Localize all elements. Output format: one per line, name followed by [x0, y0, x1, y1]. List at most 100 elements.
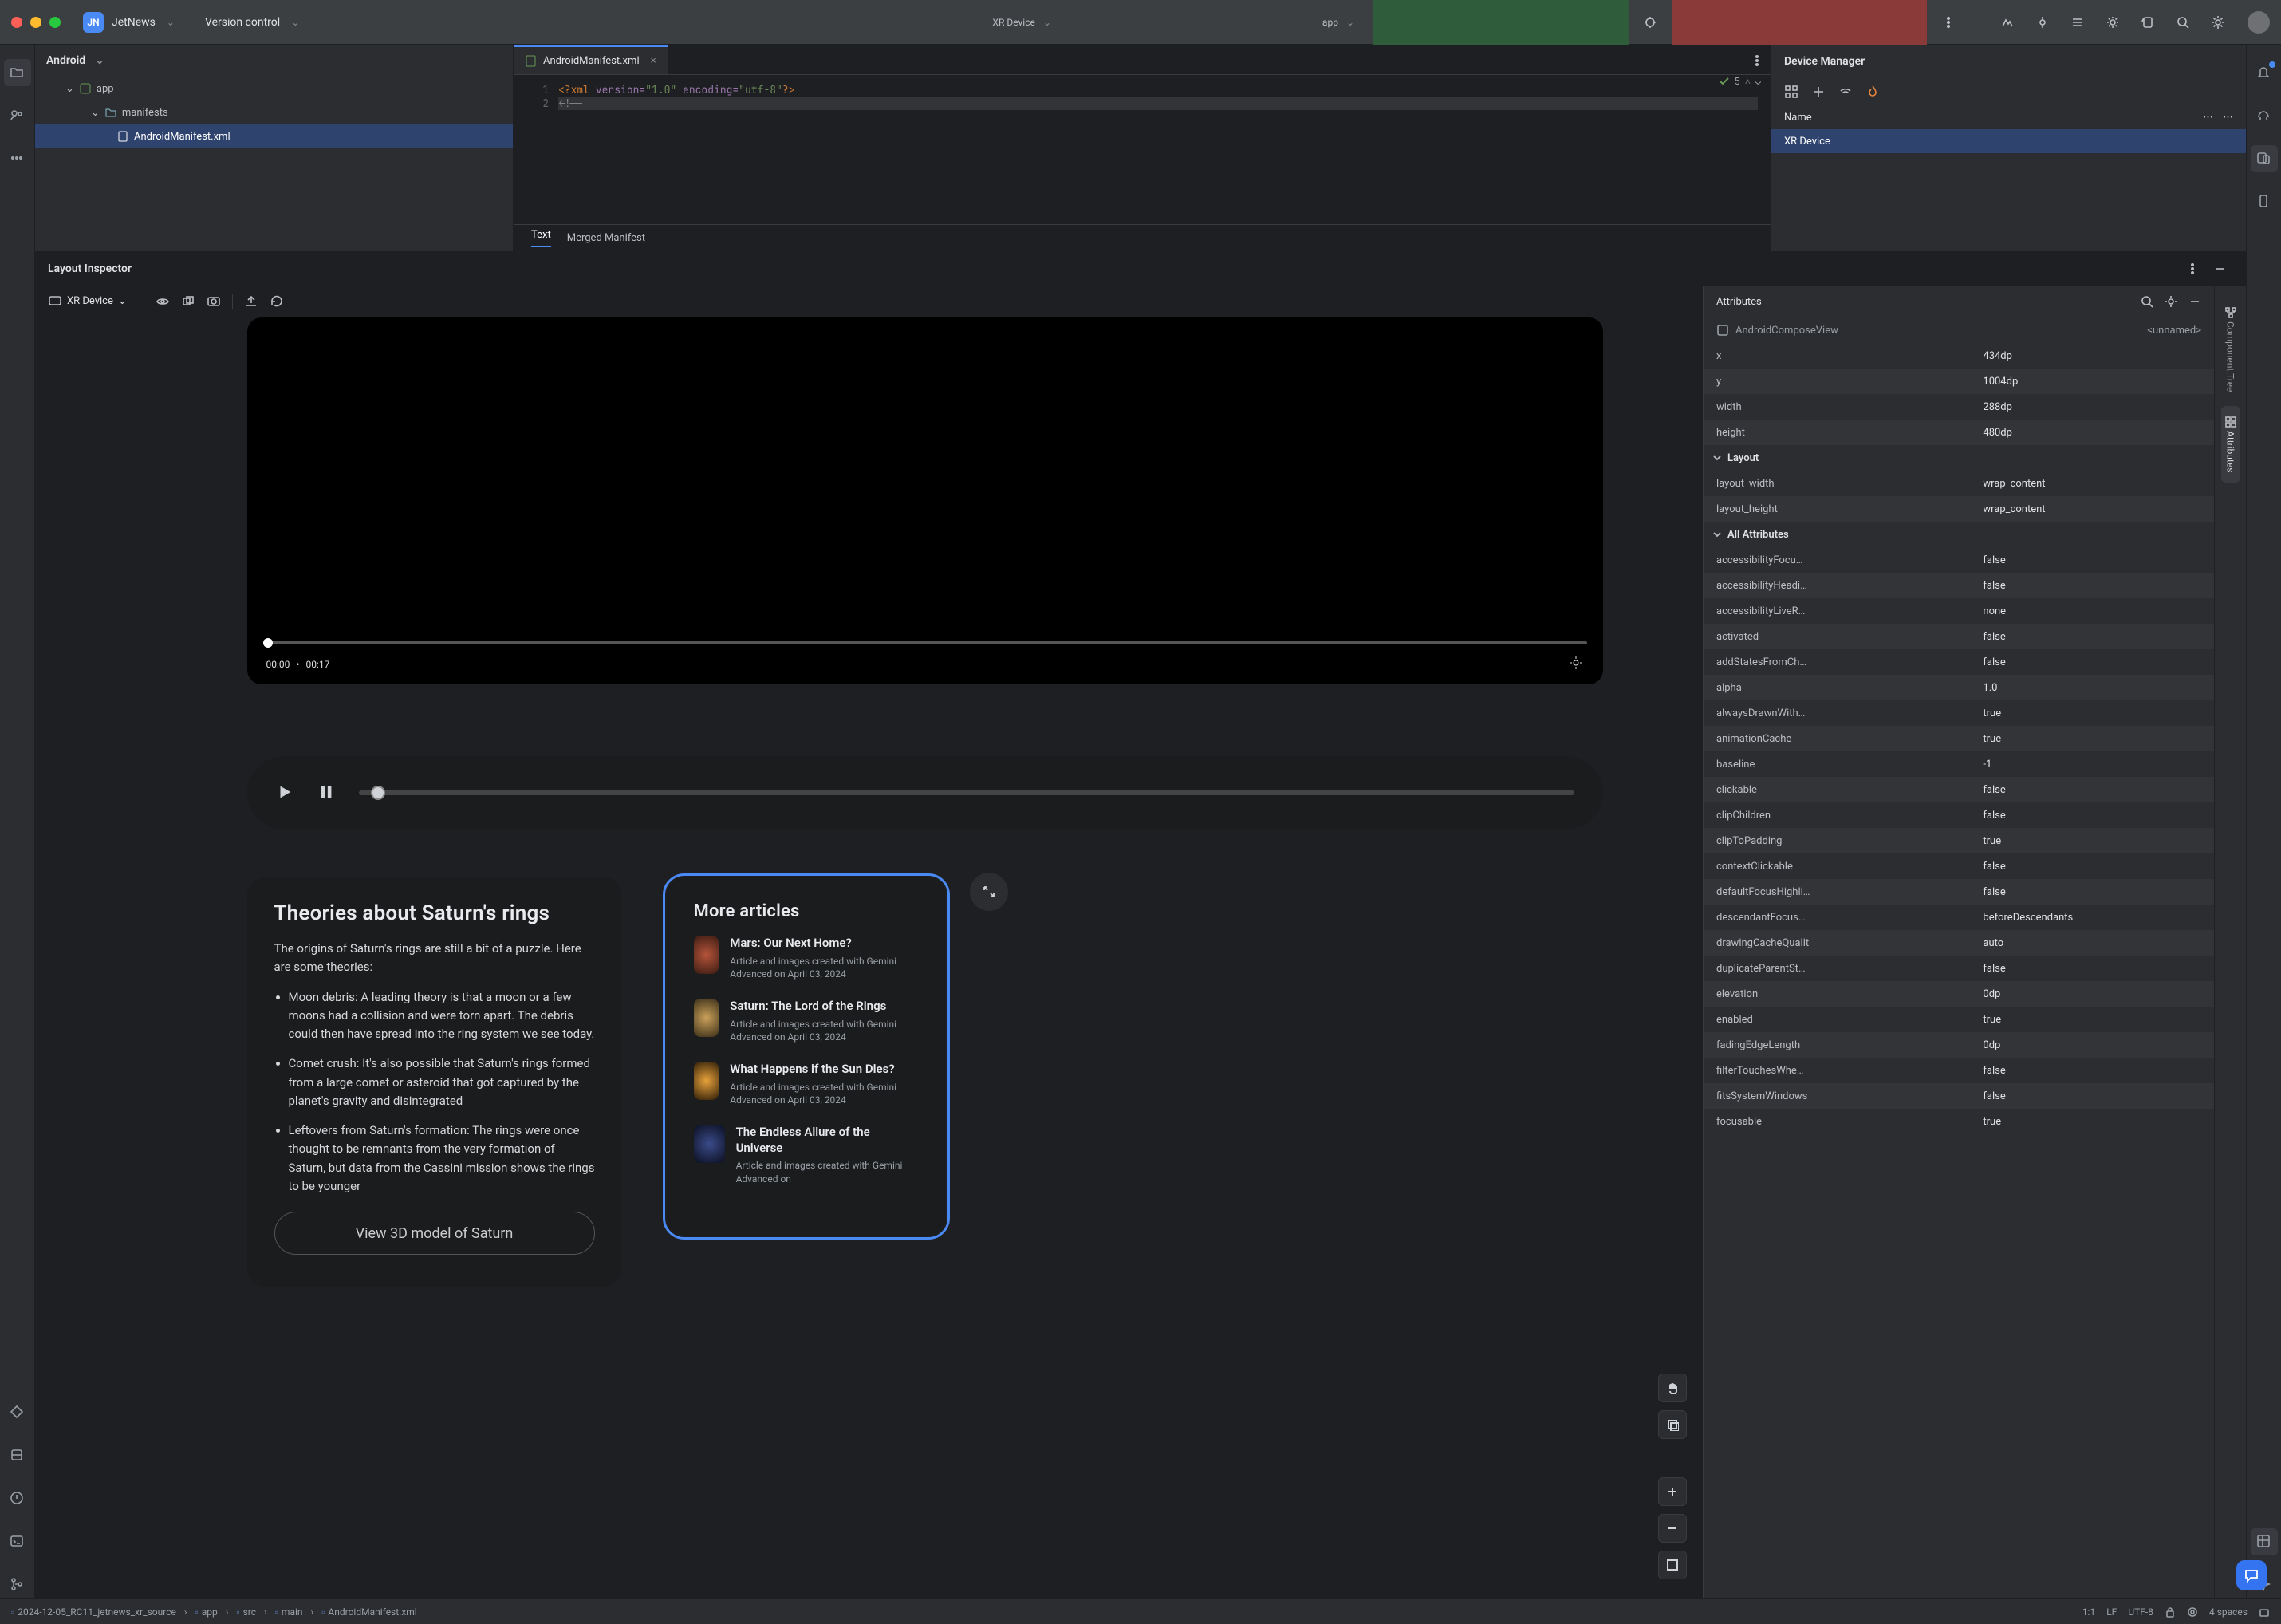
chevron-down-icon[interactable]: ⌄: [167, 17, 175, 28]
breadcrumb-item[interactable]: main: [282, 1606, 303, 1618]
bookmarks-tool-button[interactable]: [4, 1399, 31, 1426]
more-actions-button[interactable]: [1935, 9, 1962, 36]
settings-button[interactable]: [2204, 9, 2232, 36]
notifications-button[interactable]: [2251, 59, 2278, 86]
more-article-item[interactable]: What Happens if the Sun Dies?Article and…: [694, 1062, 919, 1107]
pan-button[interactable]: [1658, 1374, 1687, 1402]
attr-row[interactable]: focusabletrue: [1704, 1109, 2214, 1134]
close-tab-button[interactable]: ×: [651, 55, 656, 67]
side-tab-attributes[interactable]: Attributes: [2221, 406, 2240, 482]
attr-row[interactable]: x434dp: [1704, 343, 2214, 369]
attr-row[interactable]: clipChildrenfalse: [1704, 802, 2214, 828]
editor-subtab-text[interactable]: Text: [531, 229, 551, 247]
li-minimize-button[interactable]: [2206, 255, 2233, 282]
attr-row[interactable]: alwaysDrawnWith…true: [1704, 700, 2214, 726]
attr-row[interactable]: alpha1.0: [1704, 675, 2214, 700]
more-tools-button[interactable]: [4, 145, 31, 172]
tree-node-manifests[interactable]: ⌄ manifests: [35, 101, 513, 124]
device-row[interactable]: XR Device: [1771, 129, 2246, 153]
pause-button[interactable]: [317, 783, 335, 803]
grid-icon[interactable]: [1784, 85, 1798, 99]
refresh-icon[interactable]: [270, 294, 284, 309]
attr-row[interactable]: clickablefalse: [1704, 777, 2214, 802]
zoom-in-button[interactable]: [1658, 1477, 1687, 1506]
attr-row[interactable]: defaultFocusHighli…false: [1704, 879, 2214, 905]
chevron-down-icon[interactable]: ⌄: [291, 17, 299, 28]
memory-icon[interactable]: [2259, 1606, 2270, 1618]
window-close-button[interactable]: [11, 17, 22, 28]
editor-more-button[interactable]: [1743, 47, 1771, 74]
side-tab-component-tree[interactable]: Component Tree: [2221, 297, 2240, 401]
editor-body[interactable]: 5 ˄ ⌄ 1 2 <?xml version="1.0" encoding="…: [514, 75, 1771, 224]
vcs-menu[interactable]: Version control: [205, 16, 280, 29]
commit-button[interactable]: [2029, 9, 2056, 36]
project-name[interactable]: JetNews: [112, 16, 156, 29]
li-more-button[interactable]: [2179, 255, 2206, 282]
window-maximize-button[interactable]: [49, 17, 61, 28]
video-seek-bar[interactable]: [263, 641, 1587, 644]
attr-row[interactable]: height480dp: [1704, 420, 2214, 445]
attr-row[interactable]: addStatesFromCh…false: [1704, 649, 2214, 675]
caret-position[interactable]: 1:1: [2082, 1606, 2095, 1618]
attr-row[interactable]: descendantFocus…beforeDescendants: [1704, 905, 2214, 930]
attr-row[interactable]: layout_widthwrap_content: [1704, 471, 2214, 496]
readonly-icon[interactable]: [2165, 1606, 2176, 1618]
terminal-tool-button[interactable]: [4, 1528, 31, 1555]
debug-button[interactable]: [1637, 9, 1664, 36]
editor-problems-widget[interactable]: 5 ˄ ⌄: [1719, 75, 1761, 88]
eye-icon[interactable]: [156, 294, 170, 309]
more-article-item[interactable]: The Endless Allure of the UniverseArticl…: [694, 1125, 919, 1186]
zoom-fit-button[interactable]: [1658, 1551, 1687, 1579]
minimize-icon[interactable]: [2188, 295, 2201, 308]
tree-node-app[interactable]: ⌄ app: [35, 77, 513, 101]
attr-row[interactable]: fadingEdgeLength0dp: [1704, 1032, 2214, 1058]
preview-area[interactable]: 00:00 • 00:17: [35, 317, 1703, 1598]
attr-row[interactable]: elevation0dp: [1704, 981, 2214, 1007]
gradle-button[interactable]: [2251, 102, 2278, 129]
app-quality-button[interactable]: [2099, 9, 2126, 36]
chevron-up-icon[interactable]: ˄: [1745, 75, 1751, 88]
project-tree[interactable]: ⌄ app ⌄ manifests AndroidManifest.xml: [35, 77, 513, 251]
attr-row[interactable]: width288dp: [1704, 394, 2214, 420]
attr-row[interactable]: accessibilityHeadi…false: [1704, 573, 2214, 598]
breadcrumbs[interactable]: ▫2024-12-05_RC11_jetnews_xr_source›▫app›…: [11, 1606, 417, 1618]
attr-row[interactable]: drawingCacheQualitauto: [1704, 930, 2214, 956]
breadcrumb-item[interactable]: 2024-12-05_RC11_jetnews_xr_source: [18, 1606, 176, 1618]
export-icon[interactable]: [244, 294, 258, 309]
more-icon[interactable]: ⋯: [2223, 112, 2233, 124]
project-tool-button[interactable]: [4, 59, 31, 86]
attr-row[interactable]: y1004dp: [1704, 369, 2214, 394]
inspection-icon[interactable]: [2187, 1606, 2198, 1618]
overlay-icon[interactable]: [181, 294, 195, 309]
preview-device-selector[interactable]: XR Device ⌄: [48, 294, 127, 309]
breadcrumb-item[interactable]: app: [202, 1606, 218, 1618]
running-devices-button[interactable]: [2251, 188, 2278, 215]
search-button[interactable]: [2169, 9, 2196, 36]
video-settings-button[interactable]: [1568, 655, 1584, 673]
more-article-item[interactable]: Mars: Our Next Home?Article and images c…: [694, 936, 919, 981]
attr-row[interactable]: clipToPaddingtrue: [1704, 828, 2214, 853]
code-area[interactable]: <?xml version="1.0" encoding="utf-8"?> <…: [558, 83, 1758, 216]
breadcrumb-item[interactable]: src: [243, 1606, 256, 1618]
problems-tool-button[interactable]: [4, 1485, 31, 1512]
device-manager-button[interactable]: [2251, 145, 2278, 172]
device-streaming-button[interactable]: [2134, 9, 2161, 36]
avatar[interactable]: [2248, 11, 2270, 34]
structure-tool-button[interactable]: [4, 102, 31, 129]
attr-row[interactable]: animationCachetrue: [1704, 726, 2214, 751]
project-view-selector[interactable]: Android ⌄: [35, 45, 513, 77]
attributes-table[interactable]: x434dpy1004dpwidth288dpheight480dpLayout…: [1704, 343, 2214, 1598]
attr-group-header[interactable]: Layout: [1704, 445, 2214, 471]
file-encoding[interactable]: UTF-8: [2128, 1606, 2153, 1618]
assistant-fab[interactable]: [2236, 1560, 2267, 1590]
attr-row[interactable]: filterTouchesWhe…false: [1704, 1058, 2214, 1083]
profiler-button[interactable]: [1994, 9, 2021, 36]
wifi-icon[interactable]: [1838, 85, 1853, 99]
attr-row[interactable]: fitsSystemWindowsfalse: [1704, 1083, 2214, 1109]
view-3d-button[interactable]: View 3D model of Saturn: [274, 1212, 595, 1255]
gear-icon[interactable]: [2165, 295, 2177, 308]
audio-progress[interactable]: [359, 790, 1574, 795]
chevron-down-icon[interactable]: ⌄: [1755, 75, 1761, 88]
audio-handle[interactable]: [371, 786, 385, 800]
flame-icon[interactable]: [1865, 85, 1880, 99]
